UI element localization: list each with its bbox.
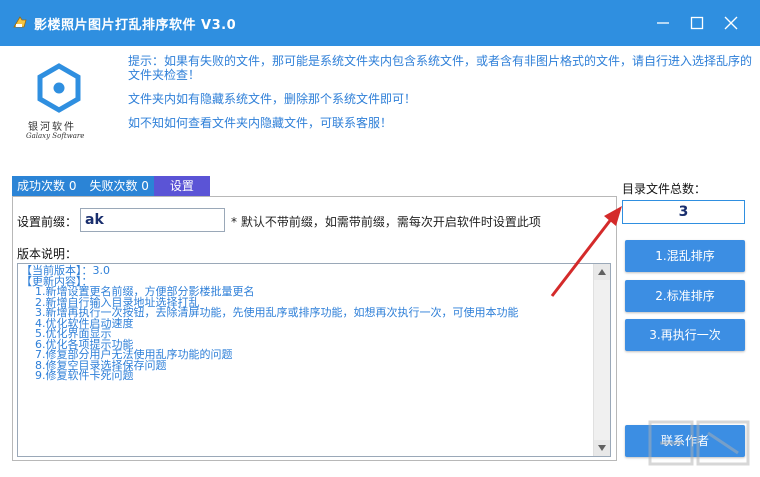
tab-settings[interactable]: 设置 xyxy=(153,176,210,196)
scroll-down-button[interactable] xyxy=(594,440,610,456)
standard-sort-button[interactable]: 2.标准排序 xyxy=(625,280,745,312)
version-note-line: 9.修复软件卡死问题 xyxy=(35,369,134,382)
prefix-input[interactable] xyxy=(80,208,225,232)
close-icon xyxy=(724,16,738,30)
logo-subtitle: Galaxy Software xyxy=(26,132,85,140)
red-arrow-annotation-icon xyxy=(550,206,622,297)
minimize-button[interactable] xyxy=(650,10,676,36)
close-button[interactable] xyxy=(718,10,744,36)
tab-bar: 成功次数 0 失败次数 0 设置 xyxy=(12,176,210,196)
settings-panel: 设置前缀： * 默认不带前缀，如需带前缀，需每次开启软件时设置此项 版本说明： … xyxy=(12,196,617,461)
maximize-button[interactable] xyxy=(684,10,710,36)
logo-name: 银河软件 xyxy=(28,122,76,133)
version-label: 版本说明： xyxy=(17,247,78,261)
file-count-label: 目录文件总数： xyxy=(622,182,707,196)
version-notes-list: 【当前版本】：3.0 【更新内容】： 1.新增设置更名前缀，方便部分影楼批量更名… xyxy=(21,264,589,382)
tip-line-1: 提示：如果有失败的文件，那可能是系统文件夹内包含系统文件，或者含有非图片格式的文… xyxy=(128,54,753,82)
app-icon xyxy=(13,16,27,28)
tab-success-count[interactable]: 成功次数 0 xyxy=(12,176,82,196)
file-count-value: 3 xyxy=(622,200,745,224)
version-notes-box[interactable]: 【当前版本】：3.0 【更新内容】： 1.新增设置更名前缀，方便部分影楼批量更名… xyxy=(17,263,611,457)
minimize-icon xyxy=(657,22,669,24)
chevron-down-icon xyxy=(598,445,606,451)
tab-fail-count[interactable]: 失败次数 0 xyxy=(84,176,154,196)
tip-line-2: 文件夹内如有隐藏系统文件，删除那个系统文件即可！ xyxy=(128,92,417,106)
maximize-icon xyxy=(690,16,704,30)
shuffle-sort-button[interactable]: 1.混乱排序 xyxy=(625,240,745,272)
prefix-note: * 默认不带前缀，如需带前缀，需每次开启软件时设置此项 xyxy=(231,215,541,229)
run-again-button[interactable]: 3.再执行一次 xyxy=(625,319,745,351)
title-bar: 影楼照片图片打乱排序软件 V3.0 xyxy=(0,0,760,46)
version-note-line: 【当前版本】：3.0 xyxy=(21,264,110,277)
window-title: 影楼照片图片打乱排序软件 V3.0 xyxy=(34,18,237,33)
prefix-label: 设置前缀： xyxy=(17,215,78,229)
watermark-logo-icon xyxy=(648,420,750,466)
tip-line-3: 如不知如何查看文件夹内隐藏文件，可联系客服！ xyxy=(128,116,393,130)
